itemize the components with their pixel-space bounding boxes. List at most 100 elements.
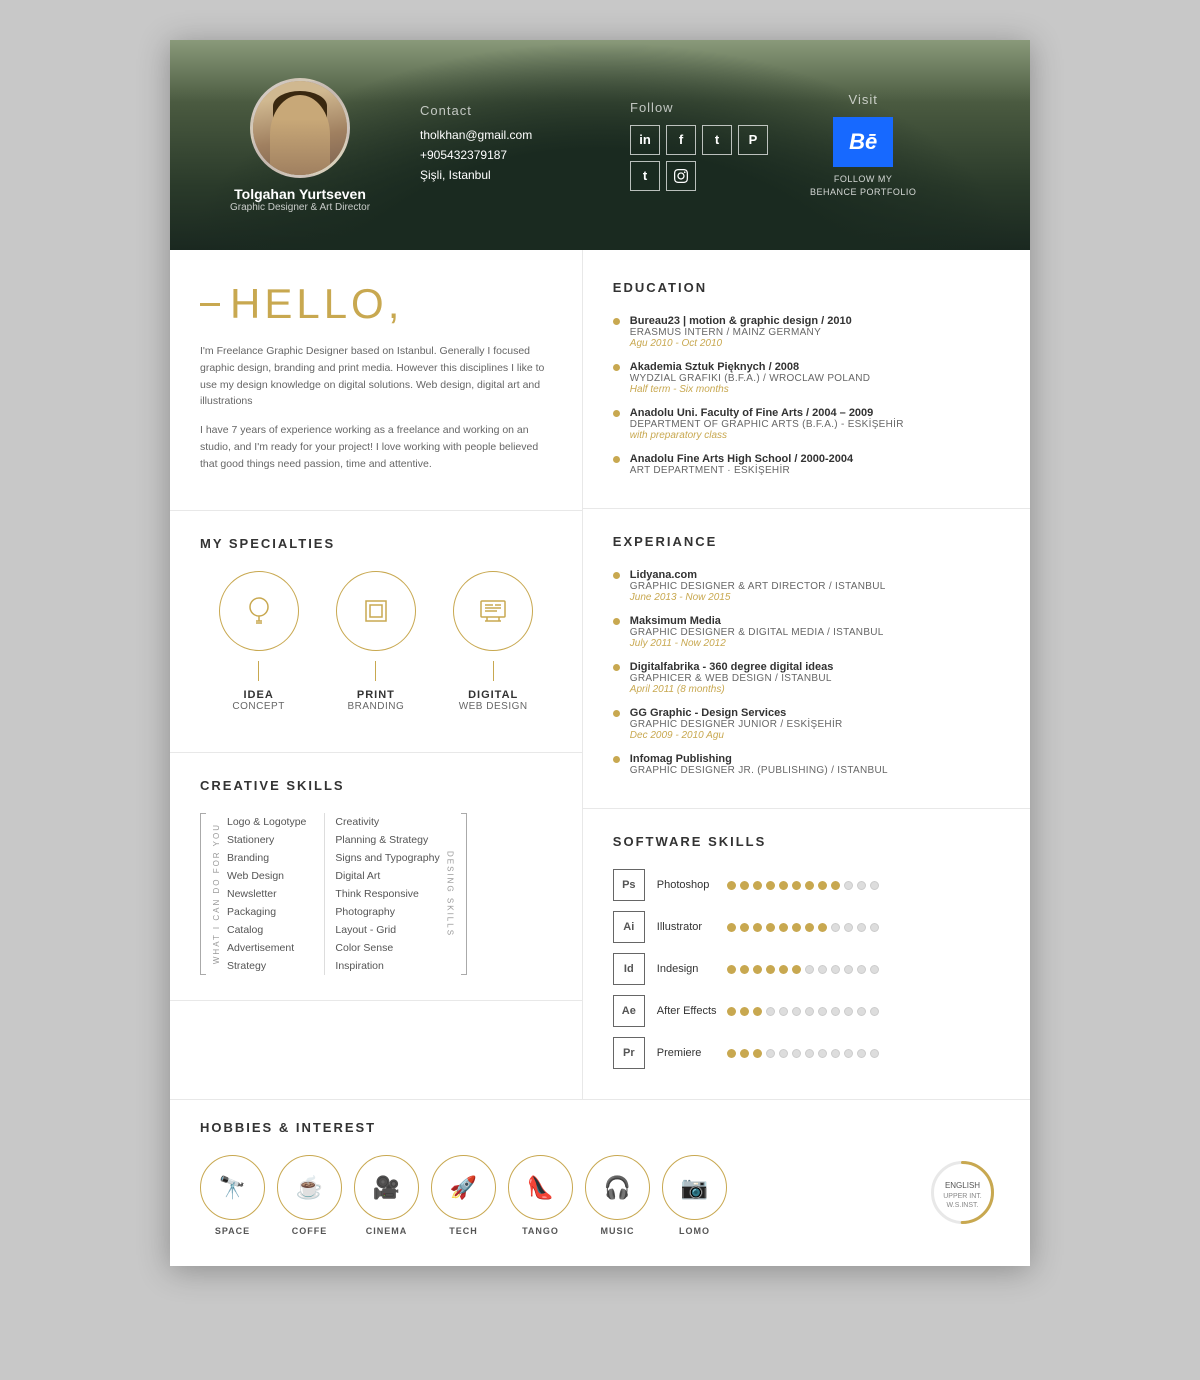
person-title: Graphic Designer & Art Director	[230, 202, 370, 213]
skills-divider	[324, 813, 325, 975]
edu-title-1: Akademia Sztuk Pięknych / 2008	[630, 361, 870, 373]
specialty-print: PRINT BRANDING	[336, 571, 416, 712]
illustrator-name: Illustrator	[657, 921, 727, 933]
hello-dash	[200, 303, 220, 306]
contact-label: Contact	[420, 103, 600, 118]
exp-company-0: Lidyana.com	[630, 569, 886, 581]
skill-color: Color Sense	[335, 939, 439, 957]
edu-bullet-0	[613, 318, 620, 325]
exp-company-1: Maksimum Media	[630, 615, 884, 627]
linkedin-icon[interactable]: in	[630, 125, 660, 155]
software-section: SOFTWARE SKILLS Ps Photoshop Ai Illustra…	[583, 809, 1030, 1099]
exp-item-0: Lidyana.com GRAPHIC DESIGNER & ART DIREC…	[613, 569, 1000, 603]
left-bracket	[200, 813, 206, 975]
tumblr-icon[interactable]: t	[630, 161, 660, 191]
visit-section: Visit Bē FOLLOW MYBEHANCE PORTFOLIO	[810, 92, 916, 198]
exp-company-4: Infomag Publishing	[630, 753, 888, 765]
indesign-icon: Id	[613, 953, 645, 985]
print-name: PRINT	[357, 689, 395, 701]
edu-title-3: Anadolu Fine Arts High School / 2000-200…	[630, 453, 853, 465]
exp-bullet-3	[613, 710, 620, 717]
contact-address: Şişli, Istanbul	[420, 168, 600, 182]
twitter-icon[interactable]: t	[702, 125, 732, 155]
music-label: MUSIC	[601, 1226, 635, 1236]
experience-section: EXPERIANCE Lidyana.com GRAPHIC DESIGNER …	[583, 509, 1030, 809]
skill-inspiration: Inspiration	[335, 957, 439, 975]
edu-bullet-2	[613, 410, 620, 417]
skill-stationery: Stationery	[227, 831, 306, 849]
music-icon: 🎧	[585, 1155, 650, 1220]
premiere-icon: Pr	[613, 1037, 645, 1069]
creative-skills-grid: WHAT I CAN DO FOR YOU Logo & Logotype St…	[200, 813, 552, 975]
edu-sub-1: WYDZIAL GRAFIKI (B.F.A.) / WROCLAW POLAN…	[630, 373, 870, 384]
skill-photography: Photography	[335, 903, 439, 921]
exp-item-3: GG Graphic - Design Services GRAPHIC DES…	[613, 707, 1000, 741]
exp-bullet-2	[613, 664, 620, 671]
cinema-icon: 🎥	[354, 1155, 419, 1220]
language-item: ENGLISH UPPER INT. W.S.INST.	[925, 1155, 1000, 1236]
person-name: Tolgahan Yurtseven	[234, 186, 366, 202]
hello-para2: I have 7 years of experience working as …	[200, 422, 552, 472]
skill-responsive: Think Responsive	[335, 885, 439, 903]
premiere-name: Premiere	[657, 1047, 727, 1059]
exp-role-4: GRAPHIC DESIGNER JR. (PUBLISHING) / ISTA…	[630, 765, 888, 776]
social-icons: in f t P t	[630, 125, 790, 191]
indesign-dots	[727, 965, 879, 974]
illustrator-dots	[727, 923, 879, 932]
hobbies-row: 🔭 SPACE ☕ COFFE 🎥 CINEMA 🚀 TECH 👠 TANGO …	[200, 1155, 1000, 1236]
digital-name: DIGITAL	[468, 689, 518, 701]
edu-item-2: Anadolu Uni. Faculty of Fine Arts / 2004…	[613, 407, 1000, 441]
edu-sub-3: ART DEPARTMENT · ESKİŞEHİR	[630, 465, 853, 476]
premiere-dots	[727, 1049, 879, 1058]
svg-text:ENGLISH: ENGLISH	[945, 1181, 980, 1190]
edu-title-0: Bureau23 | motion & graphic design / 201…	[630, 315, 852, 327]
specialties-icons: IDEA CONCEPT PRINT BRANDING	[200, 571, 552, 712]
specialty-digital: DIGITAL WEB DESIGN	[453, 571, 533, 712]
photoshop-name: Photoshop	[657, 879, 727, 891]
idea-sub: CONCEPT	[232, 701, 284, 712]
behance-icon[interactable]: Bē	[833, 117, 893, 167]
hello-title: HELLO,	[200, 280, 552, 328]
facebook-icon[interactable]: f	[666, 125, 696, 155]
exp-role-1: GRAPHIC DESIGNER & DIGITAL MEDIA / ISTAN…	[630, 627, 884, 638]
left-vertical-label: WHAT I CAN DO FOR YOU	[212, 823, 221, 964]
hobby-space: 🔭 SPACE	[200, 1155, 265, 1236]
specialties-section: MY SPECIALTIES IDEA	[170, 511, 582, 753]
edu-sub-2: DEPARTMENT OF GRAPHIC ARTS (B.F.A.) - ES…	[630, 419, 904, 430]
hobbies-section: HOBBIES & INTEREST 🔭 SPACE ☕ COFFE 🎥 CIN…	[170, 1099, 1030, 1266]
edu-title-2: Anadolu Uni. Faculty of Fine Arts / 2004…	[630, 407, 904, 419]
header-left: Tolgahan Yurtseven Graphic Designer & Ar…	[210, 78, 390, 213]
instagram-icon[interactable]	[666, 161, 696, 191]
left-column: HELLO, I'm Freelance Graphic Designer ba…	[170, 250, 583, 1099]
lomo-label: LOMO	[679, 1226, 710, 1236]
exp-role-2: GRAPHICER & WEB DESIGN / ISTANBUL	[630, 673, 834, 684]
hello-para1: I'm Freelance Graphic Designer based on …	[200, 343, 552, 410]
right-bracket	[461, 813, 467, 975]
left-skills-list: Logo & Logotype Stationery Branding Web …	[227, 813, 306, 975]
exp-item-4: Infomag Publishing GRAPHIC DESIGNER JR. …	[613, 753, 1000, 776]
right-label-container: DESING SKILLS	[446, 813, 455, 975]
follow-label: Follow	[630, 100, 790, 115]
skill-newsletter: Newsletter	[227, 885, 306, 903]
hello-heading: HELLO,	[230, 280, 403, 328]
hobby-tech: 🚀 TECH	[431, 1155, 496, 1236]
contact-email: tholkhan@gmail.com	[420, 128, 600, 142]
svg-text:W.S.INST.: W.S.INST.	[947, 1202, 979, 1209]
photoshop-icon: Ps	[613, 869, 645, 901]
pinterest-icon[interactable]: P	[738, 125, 768, 155]
idea-name: IDEA	[243, 689, 273, 701]
skill-creativity: Creativity	[335, 813, 439, 831]
coffe-label: COFFE	[292, 1226, 328, 1236]
exp-date-1: July 2011 - Now 2012	[630, 638, 884, 649]
digital-circle	[453, 571, 533, 651]
skill-packaging: Packaging	[227, 903, 306, 921]
edu-date-0: Agu 2010 - Oct 2010	[630, 338, 852, 349]
sw-illustrator: Ai Illustrator	[613, 911, 1000, 943]
software-title: SOFTWARE SKILLS	[613, 834, 1000, 849]
idea-line	[258, 661, 259, 681]
visit-label: Visit	[810, 92, 916, 107]
skill-advertisement: Advertisement	[227, 939, 306, 957]
skill-branding: Branding	[227, 849, 306, 867]
aftereffects-dots	[727, 1007, 879, 1016]
skill-planning: Planning & Strategy	[335, 831, 439, 849]
